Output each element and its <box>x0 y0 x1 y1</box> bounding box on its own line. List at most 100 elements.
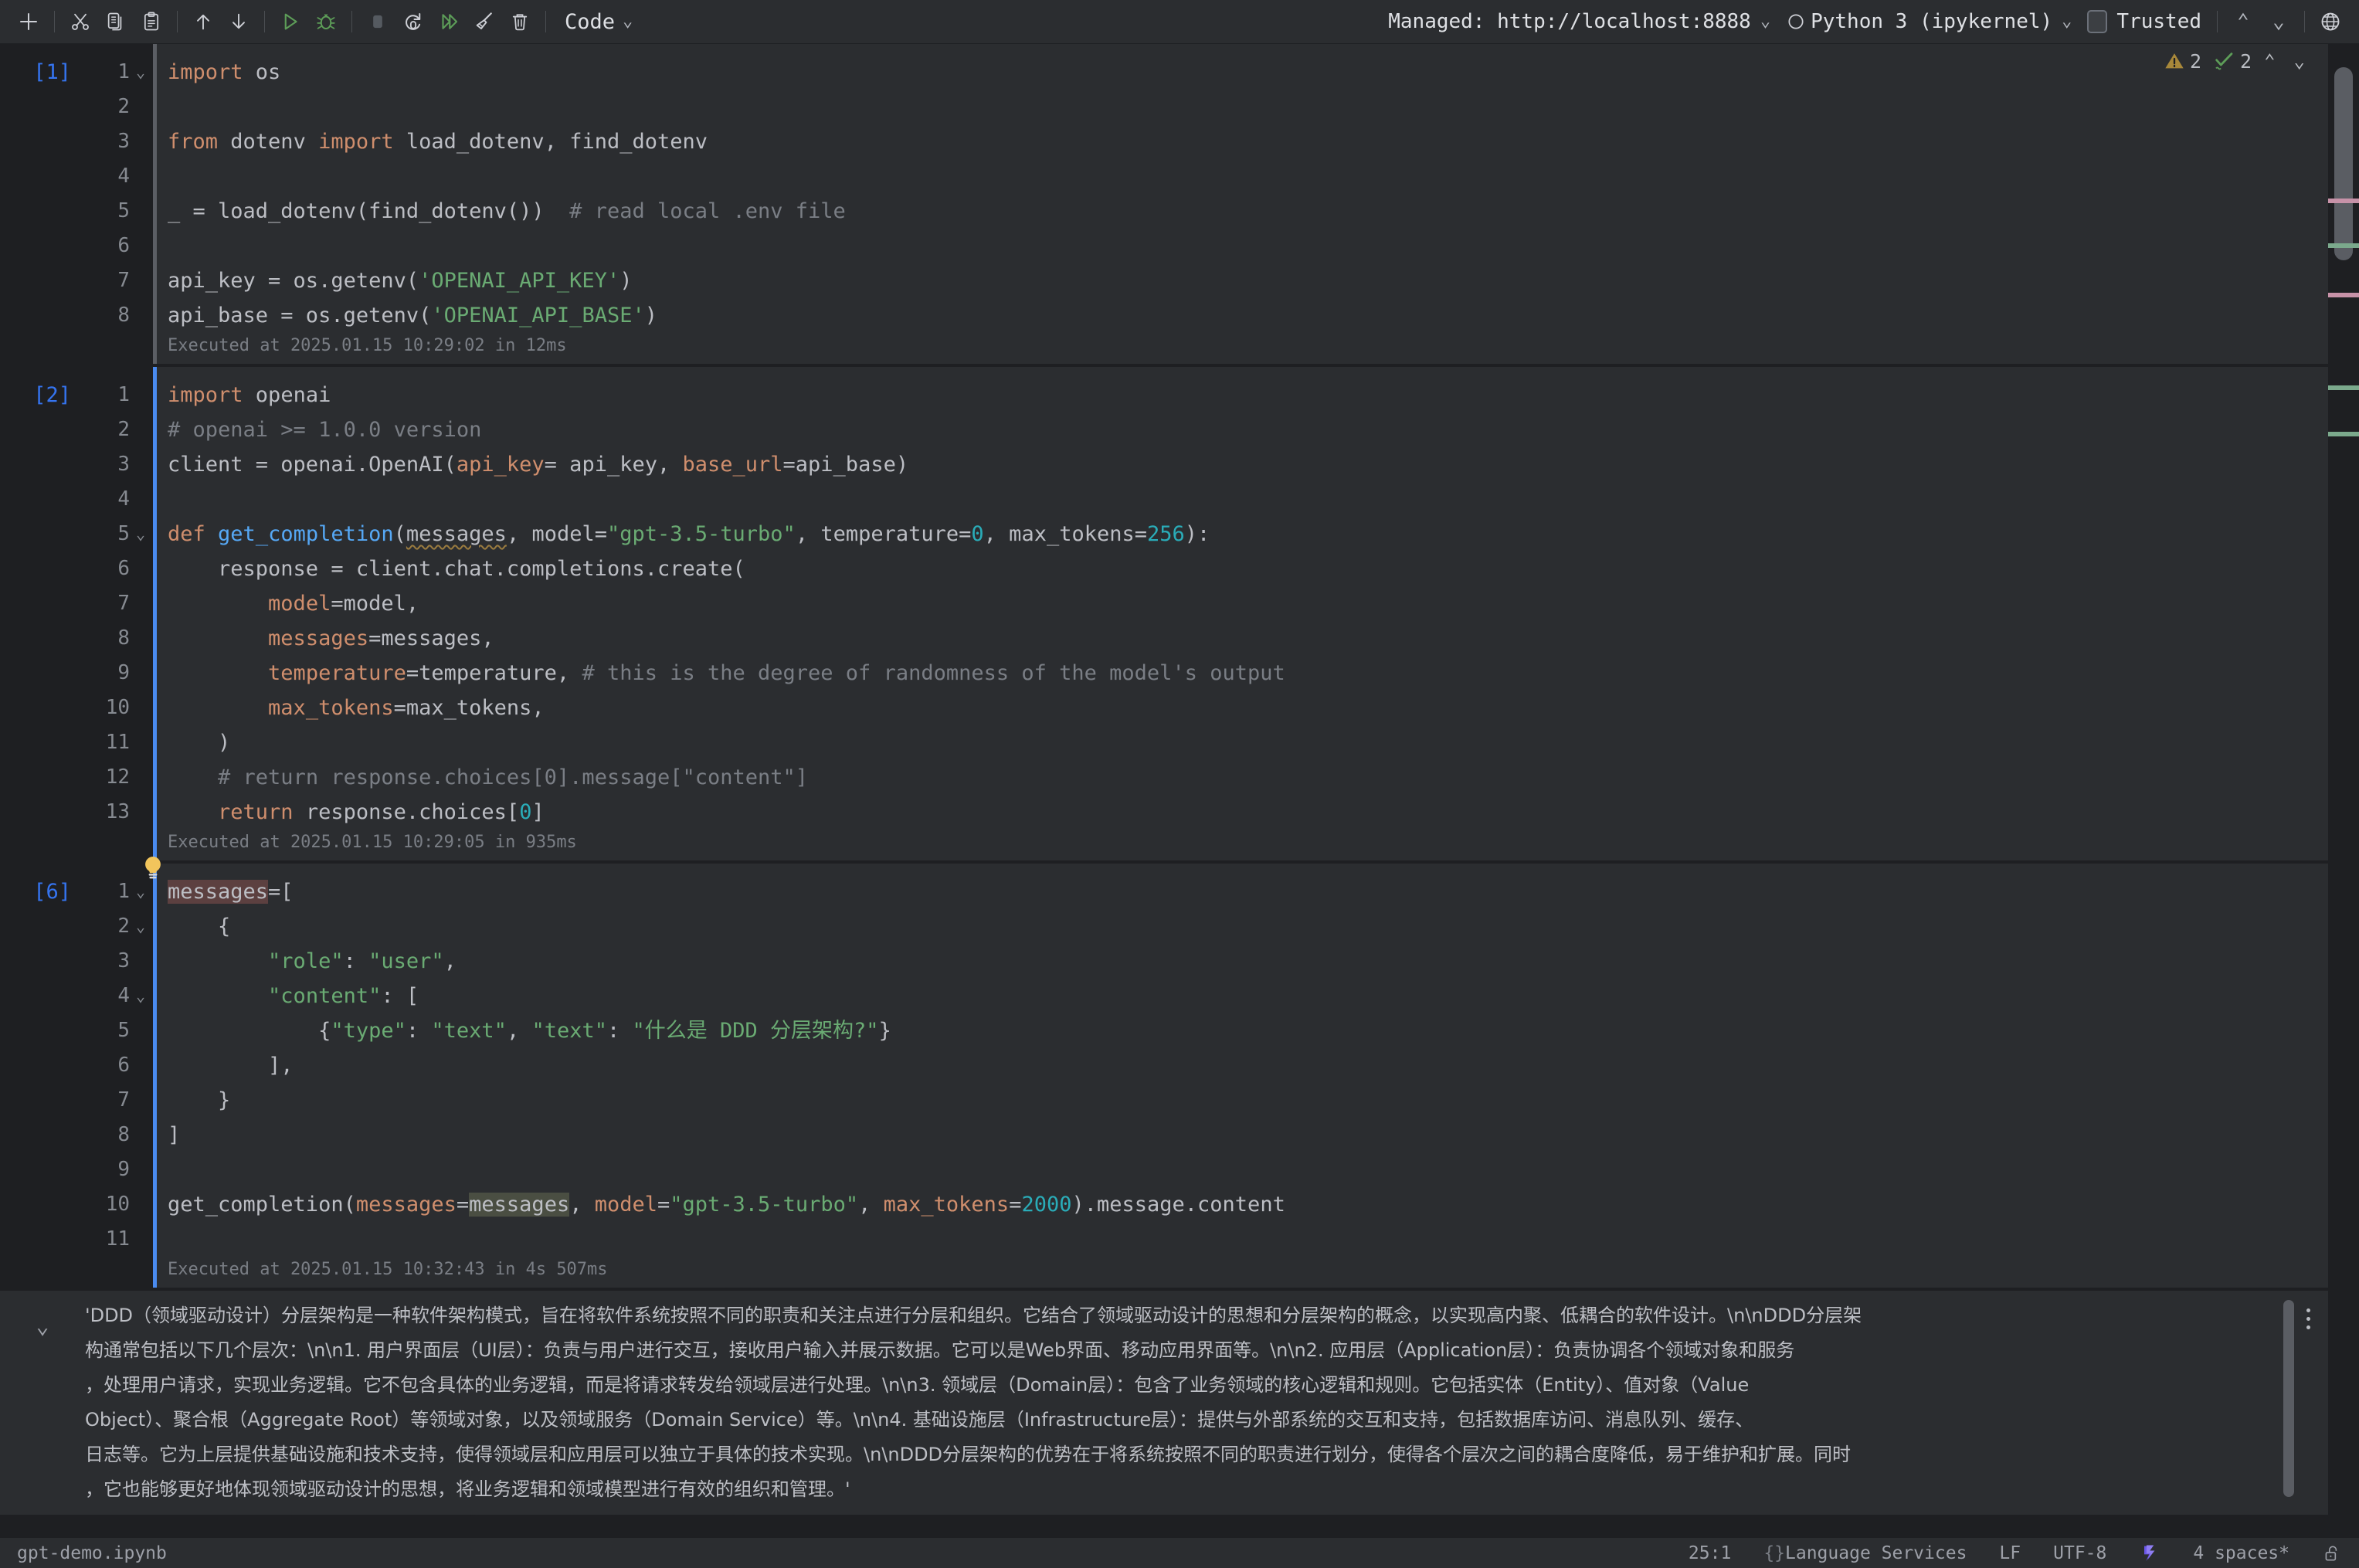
scrollbar-marker[interactable] <box>2328 199 2359 203</box>
line-number: 6 <box>117 234 130 257</box>
notebook-cell[interactable]: [6] 1 ⌄ 2 ⌄ 3 4 ⌄ 5 6 7 8 9 10 11 messages=[ { "role": … <box>0 864 2328 1288</box>
code-line: "role": "user", <box>168 944 2328 979</box>
code-token: : <box>343 949 369 973</box>
code-line: messages=messages, <box>168 621 2328 656</box>
notebook-cell[interactable]: [2] 1 2 3 4 5 ⌄ 6 7 8 9 10 11 12 13 import openai # open… <box>0 367 2328 860</box>
code-token: import <box>168 383 243 407</box>
notebook-cell[interactable]: [1] 1 ⌄ 2 3 4 5 6 7 8 import os from dotenv import… <box>0 44 2328 364</box>
code-token: } <box>878 1019 891 1043</box>
run-cell-button[interactable] <box>273 5 308 39</box>
chevron-up-icon: ⌃ <box>2237 10 2249 33</box>
debug-cell-button[interactable] <box>308 5 344 39</box>
code-token: ).message.content <box>1071 1193 1285 1217</box>
move-cell-up-button[interactable] <box>185 5 221 39</box>
cell-execution-info-row: Executed at 2025.01.15 10:32:43 in 4s 50… <box>0 1257 2328 1288</box>
cell-source-editor[interactable]: messages=[ { "role": "user", "content": … <box>157 864 2328 1257</box>
fold-chevron-icon[interactable]: ⌄ <box>133 517 148 552</box>
move-cell-down-button[interactable] <box>221 5 256 39</box>
status-lock-button[interactable] <box>2317 1542 2347 1565</box>
fold-chevron-icon[interactable]: ⌄ <box>133 55 148 90</box>
line-number: 2 <box>117 95 130 118</box>
code-token: _ = load_dotenv(find_dotenv()) <box>168 199 570 223</box>
status-jupyter-logo-button[interactable] <box>2134 1541 2165 1566</box>
trusted-toggle[interactable]: Trusted <box>2079 5 2209 38</box>
code-token: max_tokens <box>268 696 394 720</box>
status-language-services[interactable]: {}Language Services <box>1759 1542 1971 1565</box>
code-line: ], <box>168 1048 2328 1083</box>
status-indent[interactable]: 4 spaces* <box>2188 1542 2294 1565</box>
cell-output-block: ⌄ 'DDD（领域驱动设计）分层架构是一种软件架构模式，旨在将软件系统按照不同的… <box>0 1291 2328 1515</box>
code-line: "content": [ <box>168 979 2328 1013</box>
next-cell-button[interactable]: ⌄ <box>2261 5 2296 39</box>
open-in-browser-button[interactable] <box>2313 5 2348 39</box>
line-number-gutter: 1 ⌄ 2 3 4 5 6 7 8 <box>85 44 145 333</box>
code-line: { <box>168 909 2328 944</box>
code-token: , model= <box>506 522 607 546</box>
code-line: ) <box>168 725 2328 760</box>
chevron-down-icon: ⌄ <box>2062 12 2072 31</box>
kernel-selector[interactable]: Python 3 (ipykernel) ⌄ <box>1778 5 2079 38</box>
lightbulb-intention-icon[interactable] <box>137 853 168 884</box>
previous-cell-button[interactable]: ⌃ <box>2225 5 2261 39</box>
status-line-separator[interactable]: LF <box>1994 1542 2025 1565</box>
fold-chevron-icon[interactable]: ⌄ <box>133 909 148 944</box>
scrollbar-marker[interactable] <box>2328 385 2359 390</box>
code-token: =[ <box>268 880 294 904</box>
kernel-label: Python 3 (ipykernel) <box>1811 10 2053 33</box>
collapse-output-button[interactable]: ⌄ <box>0 1298 85 1507</box>
line-number: 9 <box>117 1158 130 1181</box>
line-number: 4 <box>117 487 130 511</box>
fold-chevron-icon[interactable]: ⌄ <box>133 979 148 1013</box>
output-more-options-button[interactable] <box>2293 1302 2323 1336</box>
jupyter-server-selector[interactable]: Managed: http://localhost:8888 ⌄ <box>1380 5 1778 38</box>
cut-cell-button[interactable] <box>63 5 98 39</box>
line-number: 7 <box>117 269 130 292</box>
code-token: openai <box>243 383 331 407</box>
scrollbar-marker[interactable] <box>2328 243 2359 248</box>
paste-cell-button[interactable] <box>134 5 169 39</box>
toolbar-divider-5 <box>545 11 546 32</box>
interrupt-kernel-button[interactable] <box>360 5 395 39</box>
code-token: "gpt-3.5-turbo" <box>670 1193 859 1217</box>
clear-outputs-button[interactable] <box>467 5 502 39</box>
delete-cell-button[interactable] <box>502 5 538 39</box>
previous-problem-button[interactable]: ⌃ <box>2258 50 2281 72</box>
cell-source-editor[interactable]: import os from dotenv import load_dotenv… <box>157 44 2328 333</box>
trash-icon <box>512 14 528 31</box>
scrollbar-marker[interactable] <box>2328 432 2359 436</box>
editor-scrollbar-rail[interactable] <box>2328 44 2359 1537</box>
code-token: } <box>168 1088 231 1112</box>
run-all-button[interactable] <box>431 5 467 39</box>
scrollbar-marker[interactable] <box>2328 293 2359 297</box>
restart-kernel-button[interactable] <box>395 5 431 39</box>
unlock-icon <box>2325 1546 2337 1560</box>
code-line: # openai >= 1.0.0 version <box>168 412 2328 447</box>
code-line: import openai <box>168 378 2328 412</box>
cell-type-dropdown[interactable]: Code ⌄ <box>554 5 642 39</box>
warning-inspection-item[interactable]: 2 <box>2164 50 2201 73</box>
status-file-name[interactable]: gpt-demo.ipynb <box>12 1542 171 1565</box>
kebab-dot-icon <box>2306 1308 2310 1312</box>
cells-container: [1] 1 ⌄ 2 3 4 5 6 7 8 import os from dotenv import… <box>0 44 2328 1288</box>
next-problem-button[interactable]: ⌄ <box>2288 50 2311 72</box>
copy-cell-button[interactable] <box>98 5 134 39</box>
status-caret-position[interactable]: 25:1 <box>1684 1542 1736 1565</box>
code-token: os <box>243 60 281 84</box>
output-line: Object）、聚合根（Aggregate Root）等领域对象，以及领域服务（… <box>85 1409 1754 1431</box>
execution-info-gutter-spacer <box>0 1257 153 1288</box>
line-number: 4 ⌄ <box>85 979 145 1013</box>
add-cell-button[interactable] <box>11 5 46 39</box>
line-number: 7 <box>117 1088 130 1112</box>
code-token: get_completion <box>218 522 394 546</box>
editor-scrollbar-thumb[interactable] <box>2334 67 2353 260</box>
ok-inspection-item[interactable]: 2 <box>2212 49 2252 73</box>
code-token: response = client.chat.completions.creat… <box>168 557 745 581</box>
cell-source-editor[interactable]: import openai # openai >= 1.0.0 version cl… <box>157 367 2328 830</box>
toolbar-divider-1 <box>54 11 55 32</box>
code-token: temperature <box>268 661 406 685</box>
status-encoding[interactable]: UTF-8 <box>2048 1542 2111 1565</box>
code-token: ] <box>531 800 545 824</box>
